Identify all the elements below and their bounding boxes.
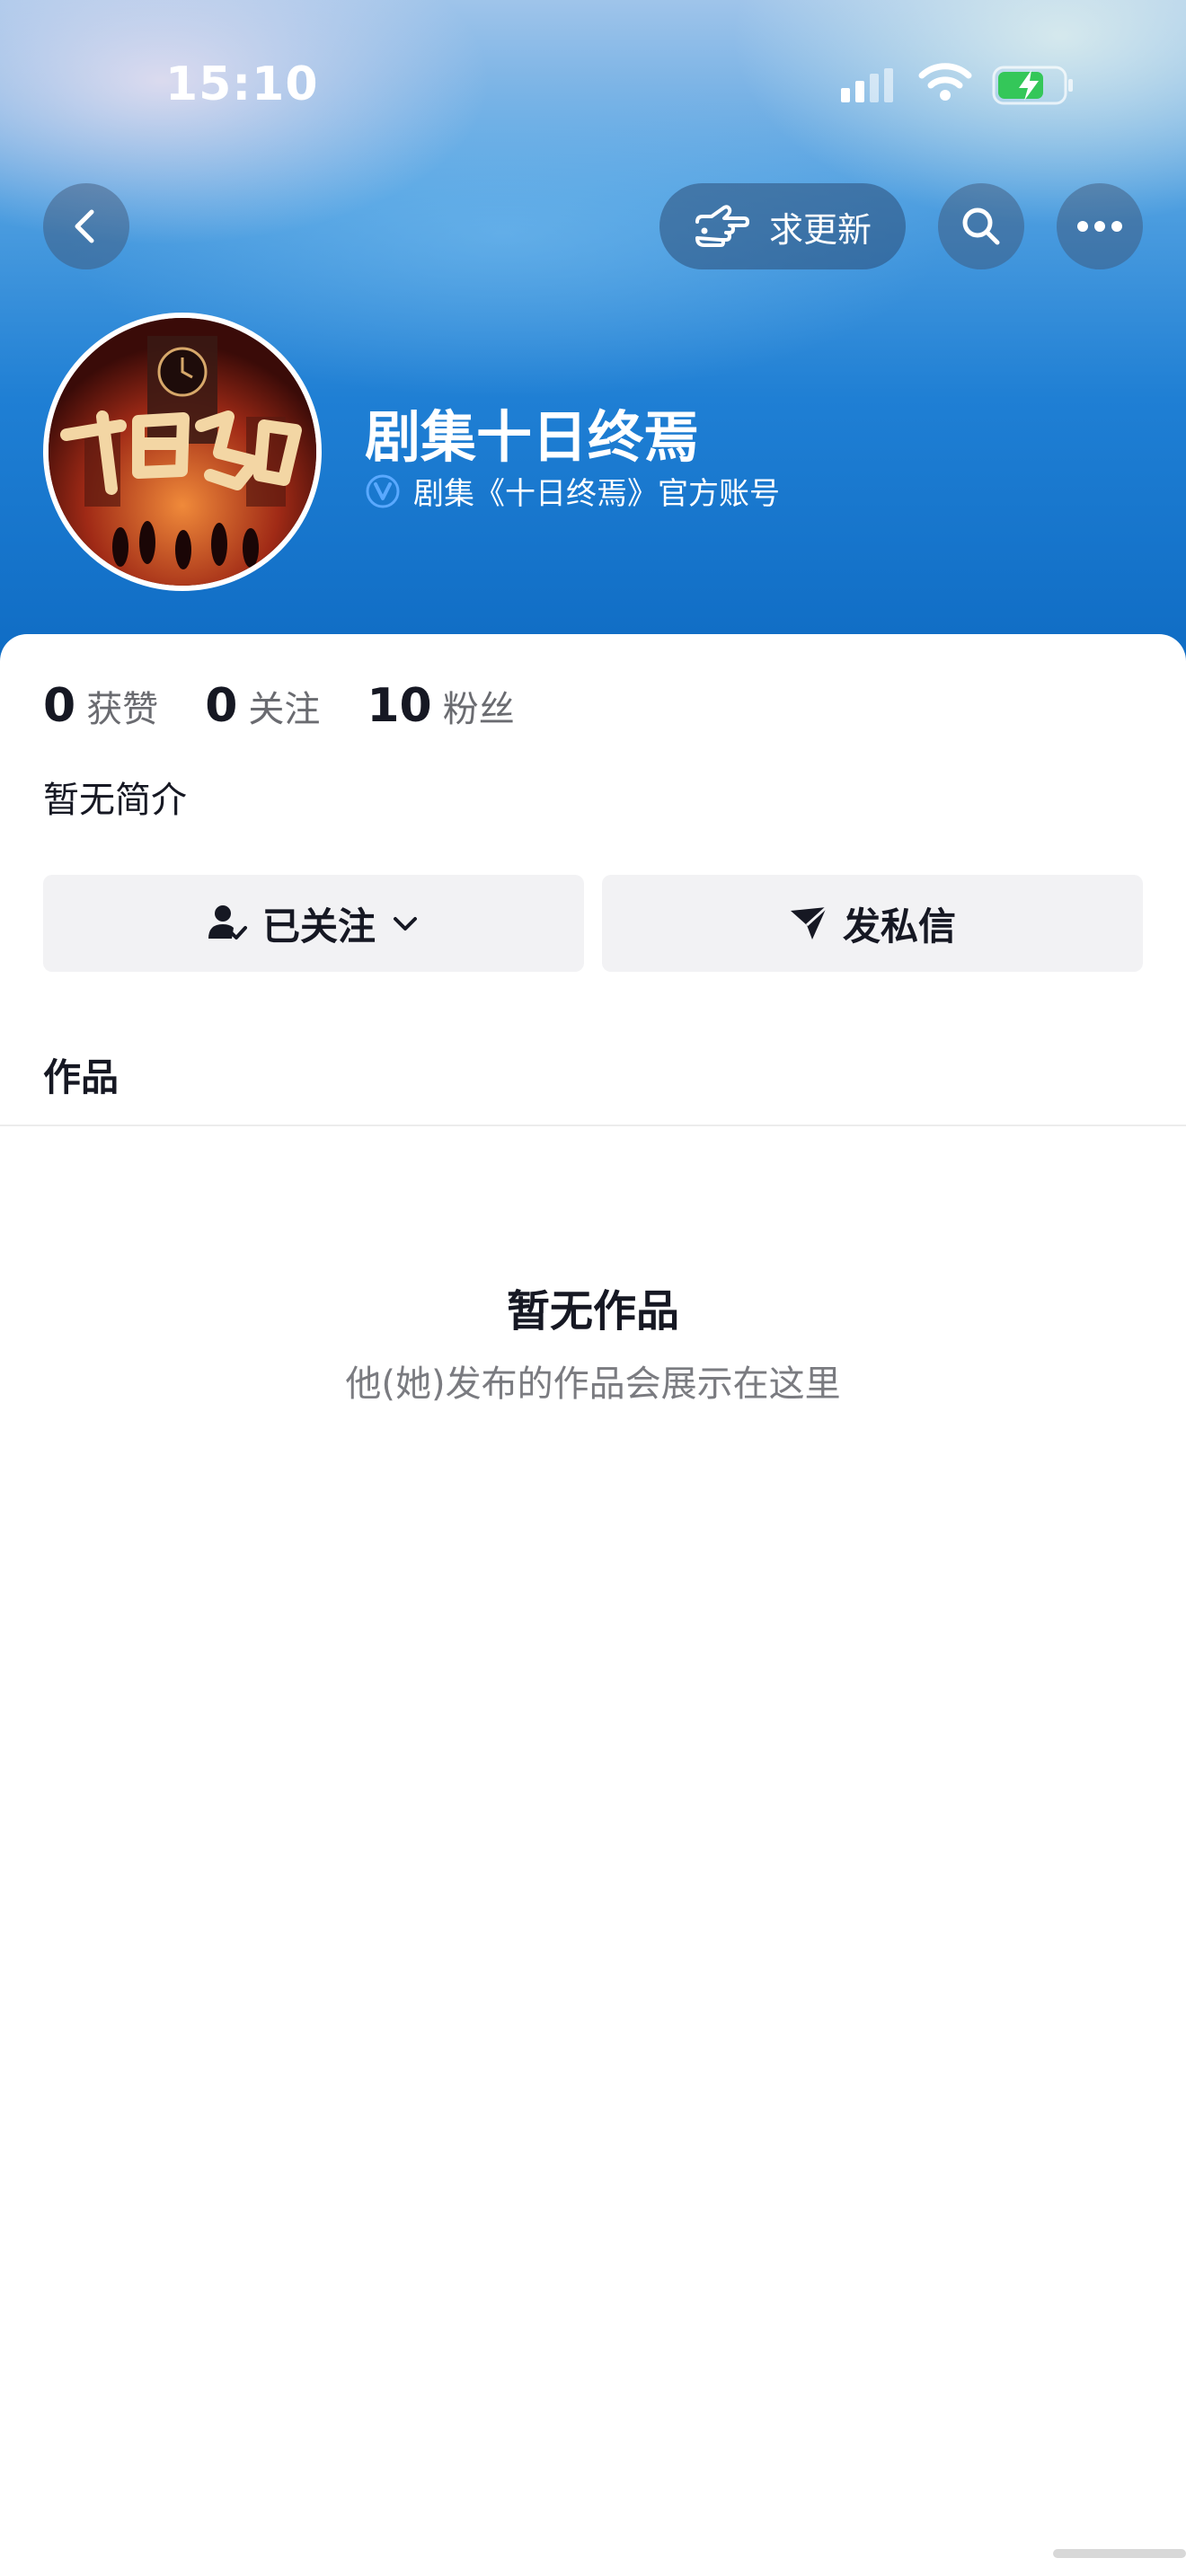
stat-likes[interactable]: 0 获赞 [43,679,158,733]
empty-state-title: 暂无作品 [506,1286,679,1337]
verified-row: 剧集《十日终焉》官方账号 [365,469,780,513]
pointing-hand-icon [695,205,749,247]
battery-charging-icon [992,66,1073,105]
bio-text: 暂无简介 [43,780,187,821]
profile-name: 剧集十日终焉 [365,404,700,470]
request-update-label: 求更新 [768,209,872,250]
stat-value: 0 [43,679,76,733]
cellular-signal-icon [841,68,893,102]
user-check-icon [208,905,247,940]
stat-label: 关注 [248,689,321,730]
empty-state-subtitle: 他(她)发布的作品会展示在这里 [345,1363,841,1405]
paper-plane-icon [790,905,828,940]
stat-value: 10 [367,679,432,733]
wifi-icon [918,63,972,101]
following-label: 已关注 [261,904,376,948]
send-message-button[interactable]: 发私信 [602,875,1143,972]
status-icons [839,61,1082,115]
tab-works[interactable]: 作品 [43,1047,119,1102]
home-indicator[interactable] [1053,2549,1186,2558]
chevron-down-icon [394,917,417,931]
send-message-label: 发私信 [842,904,956,948]
status-time: 15:10 [165,57,319,111]
stats-row: 0 获赞 0 关注 10 粉丝 [43,679,515,733]
more-dots-icon [1077,221,1122,232]
verified-text: 剧集《十日终焉》官方账号 [413,476,780,512]
stat-followers[interactable]: 10 粉丝 [367,679,514,733]
search-button[interactable] [938,183,1024,269]
stat-value: 0 [205,679,238,733]
stat-following[interactable]: 0 关注 [205,679,320,733]
chevron-left-icon [75,209,94,243]
request-update-button[interactable]: 求更新 [659,183,906,269]
verified-badge-icon [366,474,400,507]
tab-divider [0,1125,1186,1126]
avatar-poster-image [49,318,316,586]
more-button[interactable] [1057,183,1143,269]
following-button[interactable]: 已关注 [43,875,584,972]
stat-label: 获赞 [86,689,159,730]
stat-label: 粉丝 [442,689,515,730]
back-button[interactable] [43,183,129,269]
avatar[interactable] [43,313,322,591]
search-icon [962,207,1000,245]
